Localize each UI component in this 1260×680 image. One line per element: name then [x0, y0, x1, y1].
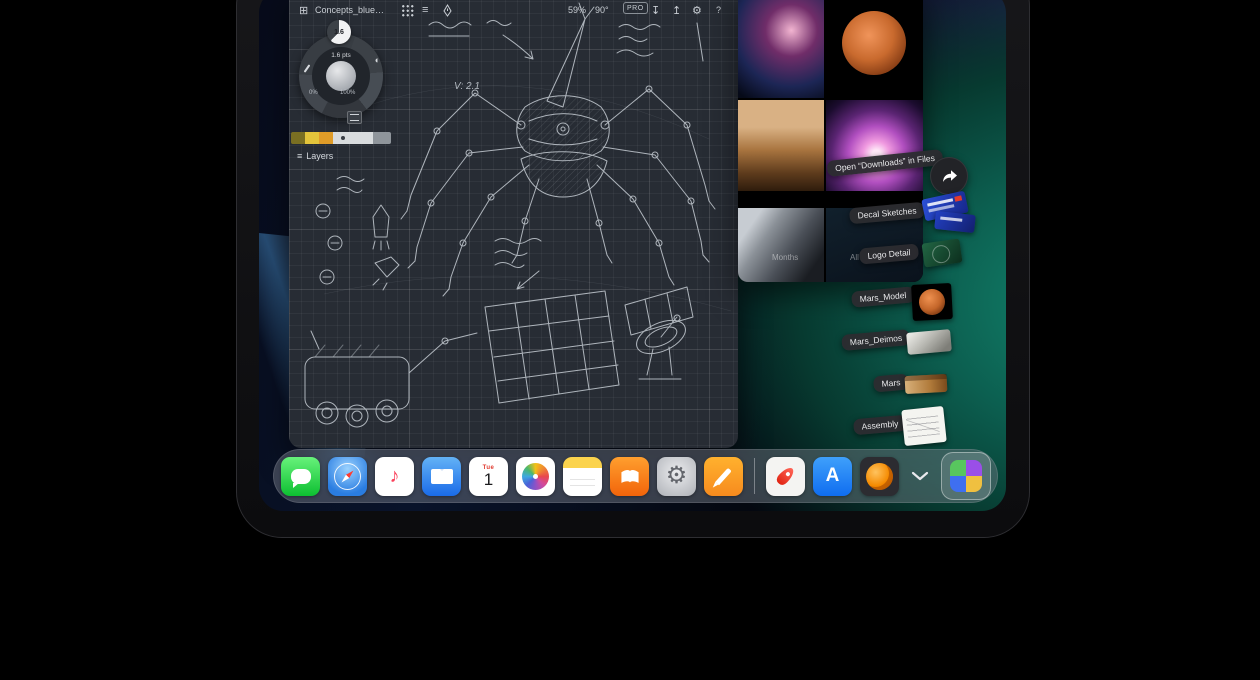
zoom-level[interactable]: 59%	[568, 2, 586, 18]
dock-app-notes[interactable]	[563, 457, 602, 496]
chevron-down-icon	[911, 471, 929, 481]
dock: ♪ Tue 1 ⚙ A	[273, 449, 998, 503]
ipad-screen: ⊞ Concepts_blue… ≡ 59% 90° PRO ↧ ↥ ⚙ ? 1…	[259, 0, 1006, 511]
pro-badge[interactable]: PRO	[623, 2, 648, 14]
forward-arrow-icon	[941, 169, 958, 183]
canvas-annotation: V: 2.1	[454, 81, 480, 92]
segment-all[interactable]: All	[850, 253, 859, 262]
apps-grid-icon[interactable]: ⊞	[299, 2, 308, 18]
orange-disc-icon	[866, 463, 893, 490]
download-icon[interactable]: ↧	[651, 2, 660, 18]
brush-size-badge[interactable]: 1.6	[327, 20, 351, 44]
layers-button[interactable]: ≡ Layers	[297, 151, 333, 161]
color-swatch-yellow[interactable]	[305, 132, 319, 144]
dock-app-books[interactable]	[610, 457, 649, 496]
photo-thumb-mars-globe[interactable]	[826, 0, 923, 98]
gear-icon: ⚙	[666, 464, 688, 488]
color-swatch-light[interactable]	[333, 132, 373, 144]
flower-icon	[522, 463, 549, 490]
export-icon[interactable]: ↥	[672, 2, 681, 18]
calendar-day-number: 1	[484, 471, 493, 488]
canvas-angle[interactable]: 90°	[595, 2, 609, 18]
dock-app-safari[interactable]	[328, 457, 367, 496]
dock-collapse-chevron[interactable]	[907, 463, 933, 489]
drag-item-assembly[interactable]: Assembly	[853, 415, 907, 436]
appstore-a-icon: A	[826, 465, 840, 487]
color-swatch-olive[interactable]	[291, 132, 305, 144]
dock-app-appstore[interactable]: A	[813, 457, 852, 496]
compass-icon	[334, 463, 361, 490]
hamburger-icon: ≡	[297, 151, 302, 161]
menu-icon[interactable]: ≡	[422, 2, 428, 18]
opacity-max-label: 100%	[340, 90, 355, 96]
layer-preview-chip[interactable]	[347, 111, 362, 124]
dock-app-photos[interactable]	[516, 457, 555, 496]
segment-months[interactable]: Months	[772, 253, 798, 262]
precision-grid-icon[interactable]	[401, 2, 414, 18]
chat-bubble-icon	[291, 469, 311, 484]
dock-recent-apps[interactable]	[941, 452, 991, 500]
dock-app-orange-swirl[interactable]	[860, 457, 899, 496]
mars-sphere	[842, 11, 906, 75]
color-swatch-orange[interactable]	[319, 132, 333, 144]
assembly-thumb[interactable]	[901, 406, 947, 446]
dock-app-calendar[interactable]: Tue 1	[469, 457, 508, 496]
dock-app-settings[interactable]: ⚙	[657, 457, 696, 496]
drag-item-mars-model[interactable]: Mars_Model	[851, 286, 915, 307]
concepts-window: ⊞ Concepts_blue… ≡ 59% 90° PRO ↧ ↥ ⚙ ? 1…	[289, 0, 738, 448]
photos-window: Months All	[738, 0, 923, 282]
photo-thumb-orion-nebula[interactable]	[826, 100, 923, 191]
tool-wheel-knob[interactable]	[326, 61, 356, 91]
brush-size-label: 1.6 pts	[299, 52, 383, 59]
dock-app-pages[interactable]	[704, 457, 743, 496]
dock-app-music[interactable]: ♪	[375, 457, 414, 496]
photo-thumb-rocky-terrain[interactable]	[738, 100, 824, 191]
mars-model-thumb[interactable]	[911, 283, 953, 321]
envelope-icon	[431, 469, 453, 484]
dots-grid-glyph	[401, 4, 414, 17]
document-title[interactable]: Concepts_blue…	[315, 2, 384, 18]
dock-app-rocket[interactable]	[766, 457, 805, 496]
photo-thumb-spacecraft[interactable]	[738, 208, 824, 282]
help-icon[interactable]: ?	[716, 2, 721, 18]
dock-app-mail[interactable]	[422, 457, 461, 496]
layers-label: Layers	[306, 151, 333, 161]
dock-divider	[754, 458, 755, 494]
dock-app-messages[interactable]	[281, 457, 320, 496]
stage: ⊞ Concepts_blue… ≡ 59% 90° PRO ↧ ↥ ⚙ ? 1…	[0, 0, 1260, 680]
settings-gear-icon[interactable]: ⚙	[692, 2, 702, 18]
pen-nib-icon[interactable]	[442, 2, 453, 18]
decal-sticker-thumb-2[interactable]	[934, 211, 976, 233]
pen-tool-icon[interactable]	[304, 64, 311, 73]
share-forward-button[interactable]	[930, 157, 968, 195]
opacity-min-label: 0%	[309, 90, 318, 96]
open-book-icon	[619, 469, 641, 484]
pen-icon	[715, 467, 731, 484]
music-note-icon: ♪	[390, 465, 400, 488]
mars-thumb[interactable]	[905, 374, 948, 394]
tool-wheel[interactable]: 1.6 1.6 pts ◐ 0% 100%	[299, 34, 383, 118]
drag-item-mars-deimos[interactable]: Mars_Deimos	[841, 329, 911, 351]
rocket-icon	[775, 465, 797, 487]
contrast-icon[interactable]: ◐	[375, 55, 380, 65]
color-swatch-gray[interactable]	[373, 132, 391, 144]
color-palette-bar[interactable]	[291, 132, 391, 144]
ipad-frame: ⊞ Concepts_blue… ≡ 59% 90° PRO ↧ ↥ ⚙ ? 1…	[236, 0, 1030, 538]
logo-detail-thumb[interactable]	[922, 238, 963, 267]
photo-thumb-nebula[interactable]	[738, 0, 824, 98]
mars-deimos-thumb[interactable]	[906, 329, 952, 355]
recent-app-icon[interactable]	[950, 460, 982, 492]
